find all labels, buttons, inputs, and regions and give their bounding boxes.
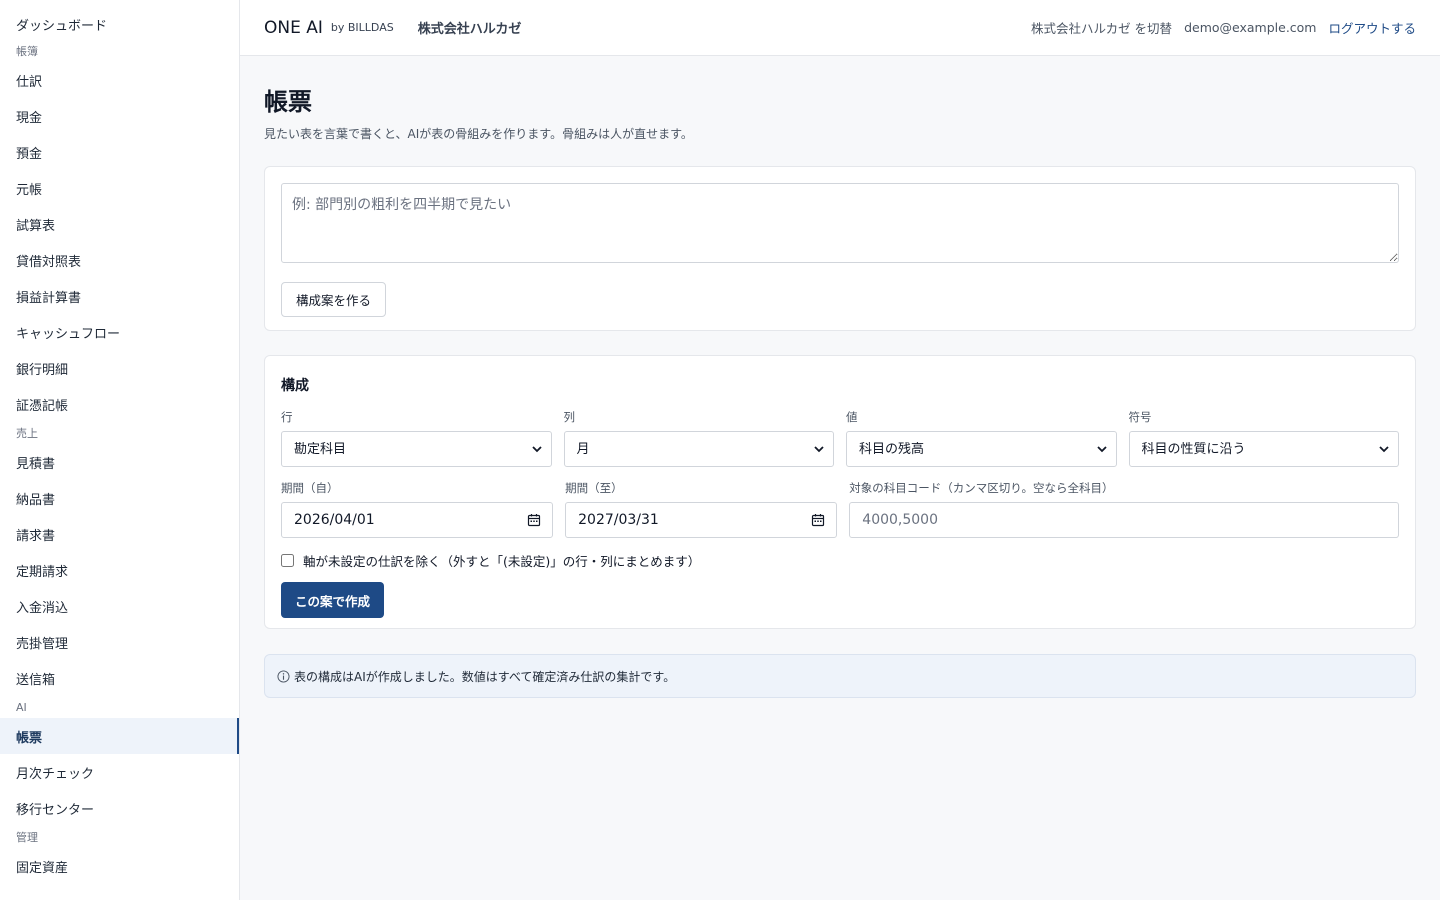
sidebar-section-books: 帳簿 xyxy=(16,45,38,58)
row-axis-select-wrap: 勘定科目 xyxy=(281,431,552,467)
config-title: 構成 xyxy=(281,378,309,394)
info-icon xyxy=(277,669,290,683)
sidebar-section-ai: AI xyxy=(16,700,27,714)
sidebar-section-admin: 管理 xyxy=(16,831,38,844)
value-select[interactable]: 科目の残高 xyxy=(846,431,1117,467)
info-text: 表の構成はAIが作成しました。数値はすべて確定済み仕訳の集計です。 xyxy=(294,669,676,684)
header-user-area: 株式会社ハルカゼ を切替 demo@example.com ログアウトする xyxy=(1031,18,1416,37)
period-row: 期間（自） 期間（至） xyxy=(281,480,1399,538)
page-description: 見たい表を言葉で書くと、AIが表の骨組みを作ります。骨組みは人が直せます。 xyxy=(264,127,693,141)
sidebar-item-balance-sheet[interactable]: 貸借対照表 xyxy=(0,242,239,278)
period-from-wrap xyxy=(281,502,554,538)
sidebar-item-voucher-entry[interactable]: 証憑記帳 xyxy=(0,386,239,422)
period-to-input[interactable] xyxy=(565,502,838,538)
sidebar-item-delivery-notes[interactable]: 納品書 xyxy=(0,480,239,516)
sidebar: ダッシュボード帳簿仕訳 現金 預金 元帳 試算表 貸借対照表 損益計算書 キャッシュフロー 銀行… xyxy=(0,0,240,900)
period-to-wrap xyxy=(565,502,838,538)
period-from-label: 期間（自） xyxy=(281,481,339,495)
top-header: ONE AI by BILLDAS 株式会社ハルカゼ 株式会社ハルカゼ を切替 … xyxy=(240,0,1440,56)
exclude-unset-label: 軸が未設定の仕訳を除く（外すと「(未設定)」の行・列にまとめます） xyxy=(303,554,701,569)
account-codes-wrap xyxy=(849,502,1399,538)
sidebar-item-ledger[interactable]: 元帳 xyxy=(0,170,239,206)
account-codes-label: 対象の科目コード（カンマ区切り。空なら全科目） xyxy=(849,481,1114,495)
sidebar-item-receivables[interactable]: 売掛管理 xyxy=(0,624,239,660)
sidebar-item-recurring-billing[interactable]: 定期請求 xyxy=(0,552,239,588)
sign-select-wrap: 科目の性質に沿う xyxy=(1128,431,1399,467)
sidebar-item-invoices[interactable]: 請求書 xyxy=(0,516,239,552)
calendar-icon[interactable] xyxy=(527,513,541,527)
config-card: 構成 行 勘定科目 列 月 値 科目の残高 符号 科目の性質に沿う 期間（自） … xyxy=(264,355,1416,629)
info-notice: 表の構成はAIが作成しました。数値はすべて確定済み仕訳の集計です。 xyxy=(264,654,1416,698)
exclude-unset-row[interactable]: 軸が未設定の仕訳を除く（外すと「(未設定)」の行・列にまとめます） xyxy=(281,551,1399,570)
period-to-label: 期間（至） xyxy=(565,481,623,495)
sidebar-item-trial-balance[interactable]: 試算表 xyxy=(0,206,239,242)
prompt-card: 構成案を作る xyxy=(264,166,1416,331)
sidebar-item-journal[interactable]: 仕訳 xyxy=(0,62,239,98)
sidebar-section-sales: 売上 xyxy=(16,427,38,440)
period-from-input[interactable] xyxy=(281,502,554,538)
column-axis-select-wrap: 月 xyxy=(563,431,834,467)
brand-subtitle: by BILLDAS xyxy=(330,21,394,34)
sidebar-item-cash[interactable]: 現金 xyxy=(0,98,239,134)
row-axis-field: 行 勘定科目 xyxy=(281,409,552,467)
sidebar-item-bank-statements[interactable]: 銀行明細 xyxy=(0,350,239,386)
period-from-field: 期間（自） xyxy=(281,480,554,538)
brand-logo[interactable]: ONE AI xyxy=(264,18,323,38)
sidebar-item-quotes[interactable]: 見積書 xyxy=(0,444,239,480)
axis-row: 行 勘定科目 列 月 値 科目の残高 符号 科目の性質に沿う xyxy=(281,409,1399,467)
sidebar-item-monthly-check[interactable]: 月次チェック xyxy=(0,754,239,790)
sidebar-item-dashboard[interactable]: ダッシュボード xyxy=(0,8,239,40)
account-codes-field: 対象の科目コード（カンマ区切り。空なら全科目） xyxy=(849,480,1399,538)
column-axis-select[interactable]: 月 xyxy=(563,431,834,467)
exclude-unset-checkbox[interactable] xyxy=(281,554,294,567)
sidebar-item-payment-matching[interactable]: 入金消込 xyxy=(0,588,239,624)
generate-draft-button[interactable]: 構成案を作る xyxy=(281,282,387,317)
period-to-field: 期間（至） xyxy=(565,480,838,538)
calendar-icon[interactable] xyxy=(811,513,825,527)
row-axis-label: 行 xyxy=(281,410,293,424)
row-axis-select[interactable]: 勘定科目 xyxy=(281,431,552,467)
switch-company-link[interactable]: 株式会社ハルカゼ を切替 xyxy=(1031,18,1172,37)
sign-select[interactable]: 科目の性質に沿う xyxy=(1128,431,1399,467)
current-company: 株式会社ハルカゼ xyxy=(417,22,522,37)
main-content: 帳票 見たい表を言葉で書くと、AIが表の骨組みを作ります。骨組みは人が直せます。… xyxy=(264,56,1416,698)
logout-link[interactable]: ログアウトする xyxy=(1328,18,1416,37)
column-axis-label: 列 xyxy=(563,410,576,424)
sign-label: 符号 xyxy=(1128,410,1152,424)
sidebar-item-cash-flow[interactable]: キャッシュフロー xyxy=(0,314,239,350)
sidebar-item-reports[interactable]: 帳票 xyxy=(0,718,239,754)
report-request-textarea[interactable] xyxy=(281,183,1399,263)
value-label: 値 xyxy=(846,410,858,424)
sign-field: 符号 科目の性質に沿う xyxy=(1128,409,1399,467)
sidebar-item-deposits[interactable]: 預金 xyxy=(0,134,239,170)
sidebar-item-fixed-assets[interactable]: 固定資産 xyxy=(0,848,239,884)
create-report-button[interactable]: この案で作成 xyxy=(281,582,385,618)
sidebar-item-migration-center[interactable]: 移行センター xyxy=(0,790,239,826)
value-field: 値 科目の残高 xyxy=(846,409,1117,467)
account-codes-input[interactable] xyxy=(849,502,1399,538)
sidebar-item-income-statement[interactable]: 損益計算書 xyxy=(0,278,239,314)
user-email: demo@example.com xyxy=(1184,20,1317,35)
column-axis-field: 列 月 xyxy=(563,409,834,467)
value-select-wrap: 科目の残高 xyxy=(846,431,1117,467)
page-title: 帳票 xyxy=(264,88,312,116)
sidebar-item-outbox[interactable]: 送信箱 xyxy=(0,660,239,696)
